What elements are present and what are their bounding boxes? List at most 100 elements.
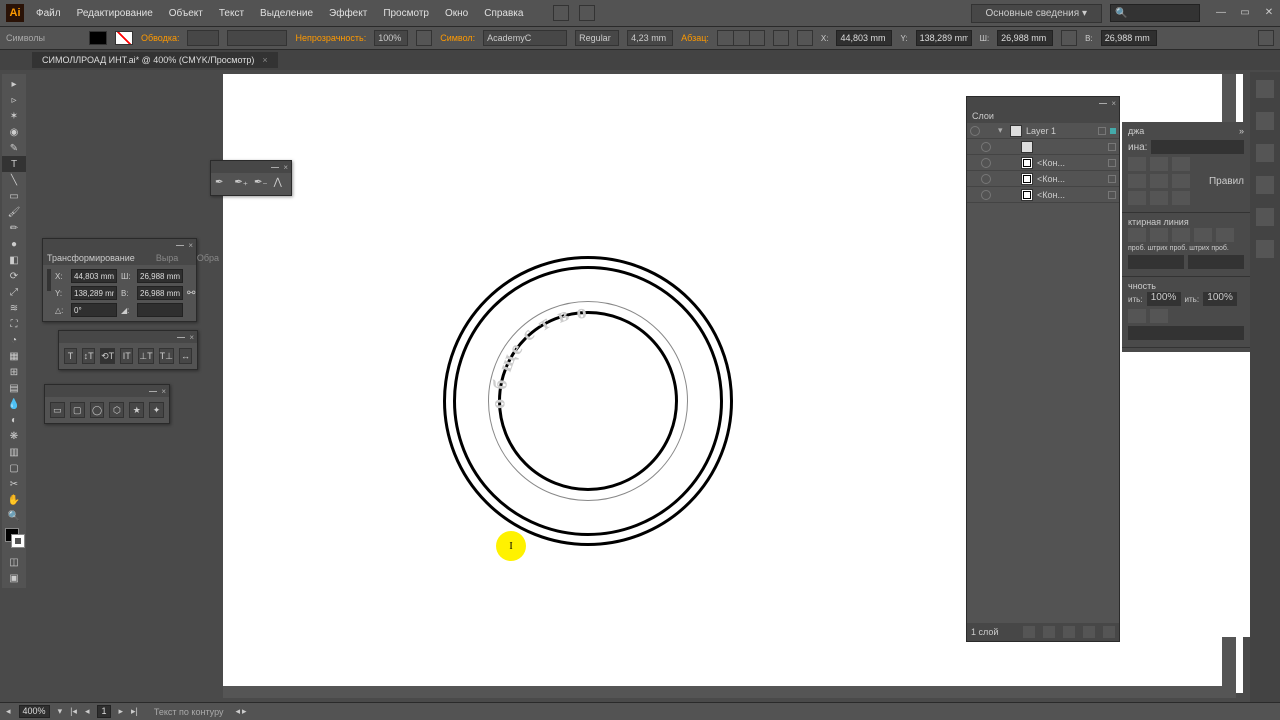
target-icon[interactable] xyxy=(1108,191,1116,199)
wand-tool[interactable]: ✶ xyxy=(2,108,26,124)
layer-row[interactable] xyxy=(967,139,1119,155)
tab-align[interactable]: Выра xyxy=(156,253,178,263)
color-controls[interactable] xyxy=(2,528,26,554)
mesh-tool[interactable]: ⊞ xyxy=(2,364,26,380)
transform-w[interactable] xyxy=(137,269,183,283)
slice-tool[interactable]: ✂ xyxy=(2,476,26,492)
visibility-toggle[interactable] xyxy=(970,126,980,136)
polygon-icon[interactable]: ⬡ xyxy=(109,402,124,418)
stroke-panel-icon[interactable] xyxy=(1256,208,1274,226)
brush-tool[interactable]: 🖌 xyxy=(2,204,26,220)
zoom-drop-icon[interactable]: ▾ xyxy=(58,706,63,717)
font-size[interactable]: 4,23 mm xyxy=(627,30,673,46)
transform-y[interactable] xyxy=(71,286,117,300)
rect-tool[interactable]: ▭ xyxy=(2,188,26,204)
stroke-align-btn[interactable]: Правил xyxy=(1209,176,1244,187)
menu-text[interactable]: Текст xyxy=(219,8,244,19)
transform-shear[interactable] xyxy=(137,303,183,317)
type-horiz-icon[interactable]: T xyxy=(64,348,77,364)
touch-type-icon[interactable]: ↔ xyxy=(179,348,192,364)
align-left-icon[interactable] xyxy=(717,30,733,46)
width-in[interactable] xyxy=(997,30,1053,46)
menu-window[interactable]: Окно xyxy=(445,8,468,19)
menu-edit[interactable]: Редактирование xyxy=(77,8,153,19)
align-right-icon[interactable] xyxy=(749,30,765,46)
menu-effect[interactable]: Эффект xyxy=(329,8,367,19)
seal-artwork[interactable]: общество xyxy=(443,256,733,546)
next-artboard[interactable]: ▸ xyxy=(119,706,124,717)
visibility-toggle[interactable] xyxy=(981,142,991,152)
make-clip-icon[interactable] xyxy=(1043,626,1055,638)
rect-icon[interactable]: ▭ xyxy=(50,402,65,418)
arrange-icon[interactable] xyxy=(553,5,569,21)
lasso-tool[interactable]: ◉ xyxy=(2,124,26,140)
close-icon[interactable]: × xyxy=(283,163,288,172)
join-bevel-icon[interactable] xyxy=(1172,174,1190,188)
layer-row[interactable]: <Кон... xyxy=(967,187,1119,203)
visibility-toggle[interactable] xyxy=(981,190,991,200)
gradient-tool[interactable]: ▤ xyxy=(2,380,26,396)
draw-mode[interactable]: ◫ xyxy=(2,554,26,570)
link-icon[interactable]: ⚯ xyxy=(187,288,195,299)
prev-view-icon[interactable]: ◂ xyxy=(6,706,11,717)
add-anchor-icon[interactable]: ✒₊ xyxy=(234,177,248,191)
pen-tool[interactable]: ✎ xyxy=(2,140,26,156)
transform-icon[interactable] xyxy=(773,30,789,46)
pen-mode-icon[interactable]: ✒ xyxy=(215,177,228,191)
target-icon[interactable] xyxy=(1108,159,1116,167)
brush-panel[interactable]: × ✒ ✒₊ ✒₋ ⋀ xyxy=(210,160,292,196)
shape-panel[interactable]: × ▭ ▢ ◯ ⬡ ★ ✦ xyxy=(44,384,170,424)
first-artboard[interactable]: |◂ xyxy=(70,706,77,717)
options-menu-icon[interactable] xyxy=(1258,30,1274,46)
flare-icon[interactable]: ✦ xyxy=(149,402,164,418)
opacity-input[interactable]: 100% xyxy=(374,30,408,46)
close-icon[interactable]: × xyxy=(161,387,166,396)
stroke-tab[interactable]: джа xyxy=(1128,126,1144,136)
prev-artboard[interactable]: ◂ xyxy=(85,706,90,717)
profile-sel[interactable] xyxy=(1128,326,1244,340)
rotate-tool[interactable]: ⟳ xyxy=(2,268,26,284)
menu-select[interactable]: Выделение xyxy=(260,8,313,19)
type-area-icon[interactable]: ↕T xyxy=(82,348,95,364)
last-artboard[interactable]: ▸| xyxy=(131,706,138,717)
close-icon[interactable]: × xyxy=(1111,99,1116,108)
target-icon[interactable] xyxy=(1108,175,1116,183)
close-icon[interactable]: × xyxy=(189,333,194,342)
align-stroke-outside-icon[interactable] xyxy=(1172,191,1190,205)
transform-panel[interactable]: × Трансформирование Выра Обра X: Ш: Y: В… xyxy=(42,238,197,322)
tab-pathfinder[interactable]: Обра xyxy=(197,253,219,263)
font-family[interactable]: AcademyC xyxy=(483,30,567,46)
tab-transform[interactable]: Трансформирование xyxy=(47,253,135,263)
join-miter-icon[interactable] xyxy=(1128,174,1146,188)
new-layer-icon[interactable] xyxy=(1083,626,1095,638)
screen-mode[interactable]: ▣ xyxy=(2,570,26,586)
stroke-weight-in[interactable] xyxy=(1151,140,1244,154)
height-in[interactable] xyxy=(1101,30,1157,46)
ellipse-icon[interactable]: ◯ xyxy=(90,402,105,418)
window-max[interactable]: ▭ xyxy=(1238,7,1252,19)
stroke-weight[interactable] xyxy=(187,30,219,46)
cap-butt-icon[interactable] xyxy=(1128,157,1146,171)
selection-tool[interactable]: ▸ xyxy=(2,76,26,92)
stroke-swatch[interactable] xyxy=(115,31,133,45)
swatches-panel-icon[interactable] xyxy=(1256,112,1274,130)
align-center-icon[interactable] xyxy=(733,30,749,46)
eraser-tool[interactable]: ◧ xyxy=(2,252,26,268)
type-on-path-panel[interactable]: × T ↕T ⟲T IT ⊥T T⊥ ↔ xyxy=(58,330,198,370)
menu-help[interactable]: Справка xyxy=(484,8,523,19)
star-icon[interactable]: ★ xyxy=(129,402,144,418)
layer-row[interactable]: ▾ Layer 1 xyxy=(967,123,1119,139)
artboard-num[interactable]: 1 xyxy=(97,705,110,718)
direct-select-tool[interactable]: ▹ xyxy=(2,92,26,108)
round-rect-icon[interactable]: ▢ xyxy=(70,402,85,418)
type-vert-icon[interactable]: IT xyxy=(120,348,133,364)
cap-square-icon[interactable] xyxy=(1172,157,1190,171)
transform-angle[interactable] xyxy=(71,303,117,317)
document-tab[interactable]: СИМОЛЛРОАД ИНТ.ai* @ 400% (CMYK/Просмотр… xyxy=(32,52,278,68)
target-icon[interactable] xyxy=(1108,143,1116,151)
menu-view[interactable]: Просмотр xyxy=(383,8,429,19)
link-wh-icon[interactable] xyxy=(1061,30,1077,46)
blob-tool[interactable]: ● xyxy=(2,236,26,252)
gradient-panel-icon[interactable] xyxy=(1256,240,1274,258)
type-path-icon[interactable]: ⟲T xyxy=(100,348,115,364)
